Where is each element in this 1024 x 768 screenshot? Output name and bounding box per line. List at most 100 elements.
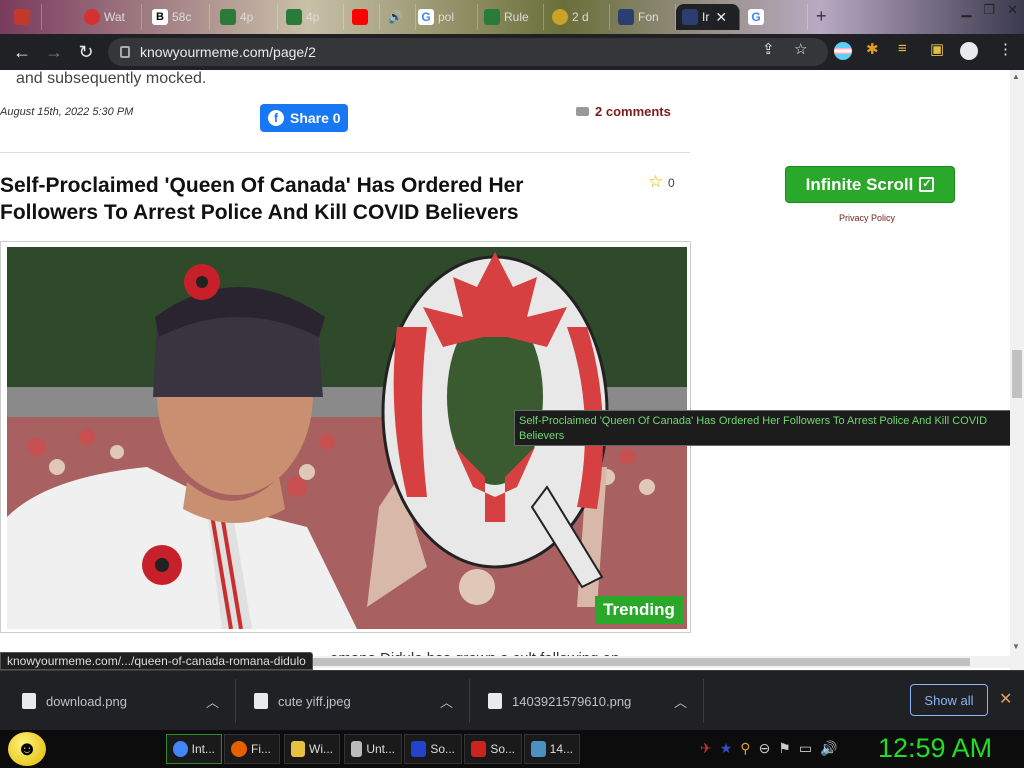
menu-kebab-icon[interactable]: ⋮ xyxy=(998,40,1013,58)
file-icon xyxy=(22,693,36,709)
file-icon xyxy=(254,693,268,709)
scroll-down-icon[interactable]: ▼ xyxy=(1012,642,1020,651)
speaker-icon: 🔊 xyxy=(388,10,403,24)
scrollbar-thumb[interactable] xyxy=(310,658,970,666)
task-label: 14... xyxy=(549,742,573,756)
download-filename: download.png xyxy=(46,693,127,709)
tab-0[interactable] xyxy=(8,4,42,30)
network-icon[interactable]: ✈ xyxy=(700,740,712,757)
side-panel-icon[interactable]: ▣ xyxy=(930,40,944,58)
tab-favicon xyxy=(552,9,568,25)
extension-flag-icon[interactable] xyxy=(834,42,852,60)
extensions-puzzle-icon[interactable]: ✱ xyxy=(866,40,879,58)
scroll-up-icon[interactable]: ▲ xyxy=(1012,72,1020,81)
folder-icon xyxy=(291,741,305,757)
task-label: Unt... xyxy=(366,742,395,756)
lock-icon[interactable] xyxy=(120,46,130,58)
media-queue-icon[interactable]: ≡ xyxy=(898,40,907,57)
start-smiley-icon[interactable]: ☻ xyxy=(8,732,46,766)
profile-avatar[interactable] xyxy=(960,42,978,60)
chevron-up-icon[interactable]: ︿ xyxy=(674,692,687,711)
tab-9[interactable]: 2 d xyxy=(546,4,610,30)
tab-active[interactable]: Ir ✕ xyxy=(676,4,740,30)
search-icon[interactable]: ⚲ xyxy=(740,740,750,757)
image-tooltip: Self-Proclaimed 'Queen Of Canada' Has Or… xyxy=(514,410,1010,446)
address-bar[interactable]: knowyourmeme.com/page/2 xyxy=(108,38,828,66)
favorite-count: 0 xyxy=(668,176,675,190)
tab-8[interactable]: Rule xyxy=(478,4,544,30)
tab-favicon: B xyxy=(152,9,168,25)
tab-label: Ir xyxy=(702,10,710,24)
infinite-scroll-label: Infinite Scroll xyxy=(805,174,914,194)
minus-circle-icon[interactable]: ⊖ xyxy=(759,740,771,757)
tab-2[interactable]: B 58c xyxy=(146,4,210,30)
privacy-policy-link[interactable]: Privacy Policy xyxy=(839,213,895,223)
bookmark-star-icon[interactable]: ☆ xyxy=(794,40,807,58)
star-tray-icon[interactable]: ★ xyxy=(720,740,733,757)
task-label: So... xyxy=(490,742,515,756)
tab-3[interactable]: 4p xyxy=(214,4,278,30)
scrollbar-thumb[interactable] xyxy=(1012,350,1022,398)
monitor-icon[interactable]: ▭ xyxy=(799,740,812,757)
taskbar: ☻ Int... Fi... Wi... Unt... So... So... … xyxy=(0,730,1024,768)
system-tray: ✈ ★ ⚲ ⊖ ⚑ ▭ 🔊 xyxy=(700,740,838,757)
download-item[interactable]: 1403921579610.png ︿ xyxy=(470,679,704,723)
chevron-up-icon[interactable]: ︿ xyxy=(206,692,219,711)
tab-label: Fon xyxy=(638,10,659,24)
show-all-downloads-button[interactable]: Show all xyxy=(910,684,988,716)
image-viewer-icon xyxy=(531,741,546,757)
comment-bubble-icon xyxy=(576,107,589,116)
tab-label: 58c xyxy=(172,10,192,24)
infinite-scroll-button[interactable]: Infinite Scroll ✓ xyxy=(785,166,955,203)
tab-favicon xyxy=(484,9,500,25)
article-headline[interactable]: Self-Proclaimed 'Queen Of Canada' Has Or… xyxy=(0,172,600,226)
tab-strip: Wat B 58c 4p 4p 🔊 G pol Rule 2 d Fon Ir … xyxy=(0,0,1024,34)
minimize-icon[interactable]: ▁ xyxy=(961,2,971,18)
vertical-scrollbar[interactable]: ▲ ▼ xyxy=(1010,70,1024,670)
task-soulseek[interactable]: So... xyxy=(464,734,522,764)
task-image-viewer[interactable]: 14... xyxy=(524,734,580,764)
restore-icon[interactable]: ❐ xyxy=(983,2,995,18)
facebook-share-button[interactable]: f Share 0 xyxy=(260,104,348,132)
soulseek-icon xyxy=(471,741,487,757)
taskbar-clock[interactable]: 12:59 AM xyxy=(878,733,992,764)
tab-7[interactable]: G pol xyxy=(412,4,478,30)
comments-link[interactable]: 2 comments xyxy=(576,104,671,119)
tab-10[interactable]: Fon xyxy=(612,4,676,30)
tab-5[interactable] xyxy=(346,4,380,30)
tab-label: Wat xyxy=(104,10,125,24)
tab-label: 4p xyxy=(240,10,254,24)
notepad-icon xyxy=(351,741,363,757)
reload-icon[interactable]: ↻ xyxy=(70,42,102,63)
chevron-up-icon[interactable]: ︿ xyxy=(440,692,453,711)
favorite-star-icon[interactable]: ☆ xyxy=(648,172,663,192)
close-downloads-icon[interactable]: ✕ xyxy=(999,689,1012,709)
close-window-icon[interactable]: ✕ xyxy=(1007,2,1018,18)
file-icon xyxy=(488,693,502,709)
task-chrome[interactable]: Int... xyxy=(166,734,222,764)
volume-icon[interactable]: 🔊 xyxy=(820,740,837,757)
task-firefox[interactable]: Fi... xyxy=(224,734,280,764)
tab-4[interactable]: 4p xyxy=(280,4,344,30)
flag-icon[interactable]: ⚑ xyxy=(778,740,791,757)
horizontal-scrollbar[interactable] xyxy=(310,656,1010,668)
download-filename: 1403921579610.png xyxy=(512,693,632,709)
back-icon[interactable]: ← xyxy=(6,42,38,63)
download-item[interactable]: cute yiff.jpeg ︿ xyxy=(236,679,470,723)
task-notepad[interactable]: Unt... xyxy=(344,734,402,764)
google-icon: G xyxy=(748,9,764,25)
task-solitaire[interactable]: So... xyxy=(404,734,462,764)
tab-12[interactable]: G xyxy=(742,4,808,30)
forward-icon[interactable]: → xyxy=(38,42,70,63)
new-tab-button[interactable]: + xyxy=(816,6,827,27)
share-icon[interactable]: ⇪ xyxy=(762,40,775,58)
tab-favicon xyxy=(14,9,30,25)
tab-label: 2 d xyxy=(572,10,589,24)
task-explorer[interactable]: Wi... xyxy=(284,734,340,764)
tab-6[interactable]: 🔊 xyxy=(382,4,416,30)
download-item[interactable]: download.png ︿ xyxy=(0,679,236,723)
task-label: So... xyxy=(430,742,455,756)
close-tab-icon[interactable]: ✕ xyxy=(715,9,727,26)
tab-1[interactable]: Wat xyxy=(78,4,142,30)
task-label: Fi... xyxy=(251,742,271,756)
